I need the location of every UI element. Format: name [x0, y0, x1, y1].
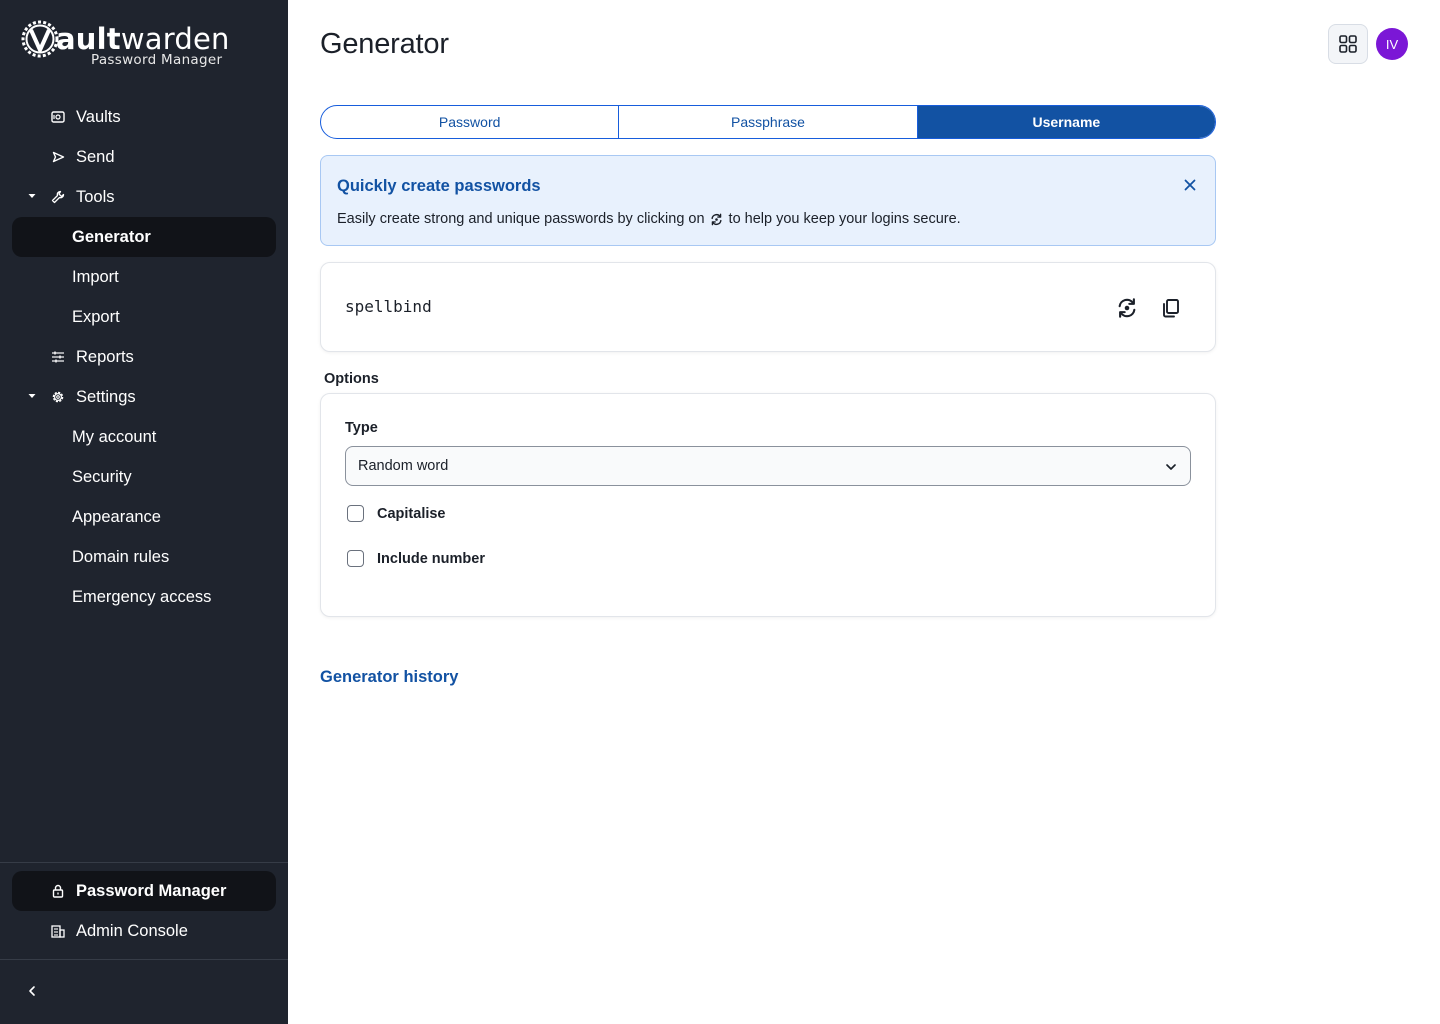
close-icon [1184, 179, 1196, 191]
sidebar-item-label: Export [72, 307, 120, 326]
vaultwarden-logo[interactable]: aultwarden Password Manager [20, 18, 230, 74]
type-select[interactable]: Random word [345, 446, 1191, 486]
sidebar-item-label: Tools [76, 187, 115, 206]
logo-subtitle: Password Manager [91, 52, 223, 68]
logo-wordmark: aultwarden [56, 22, 230, 56]
generated-username[interactable]: spellbind [345, 297, 432, 316]
include-number-option[interactable]: Include number [347, 550, 485, 567]
sidebar-divider [0, 862, 288, 863]
callout-text: Easily create strong and unique password… [337, 211, 705, 227]
regenerate-icon [1118, 298, 1136, 318]
sidebar-item-label: My account [72, 427, 157, 446]
page-title: Generator [320, 28, 449, 60]
building-icon [50, 923, 66, 939]
caret-down-icon [28, 394, 36, 398]
sidebar-item-label: Emergency access [72, 587, 212, 606]
sidebar-item-emergency-access[interactable]: Emergency access [12, 577, 276, 617]
sidebar-item-my-account[interactable]: My account [12, 417, 276, 457]
regenerate-icon [710, 213, 723, 226]
sidebar-divider [0, 959, 288, 960]
sliders-icon [50, 349, 66, 365]
close-callout-button[interactable] [1181, 176, 1199, 194]
sidebar-item-label: Appearance [72, 507, 161, 526]
product-switcher-button[interactable] [1328, 24, 1368, 64]
sidebar-item-label: Generator [72, 227, 151, 246]
caret-down-icon [28, 194, 36, 198]
sidebar: aultwarden Password Manager Vaults Send … [0, 0, 288, 1024]
sidebar-item-tools[interactable]: Tools [12, 177, 276, 217]
sidebar-item-generator[interactable]: Generator [12, 217, 276, 257]
sidebar-item-label: Admin Console [76, 921, 188, 940]
generated-value-card: spellbind [320, 262, 1216, 352]
tab-passphrase[interactable]: Passphrase [619, 106, 918, 138]
sidebar-item-label: Settings [76, 387, 136, 406]
sidebar-item-reports[interactable]: Reports [12, 337, 276, 377]
callout-text: to help you keep your logins secure. [728, 211, 961, 227]
capitalise-checkbox[interactable] [347, 505, 364, 522]
wrench-icon [50, 189, 66, 205]
collapse-sidebar-button[interactable] [20, 979, 44, 1003]
send-icon [50, 149, 66, 165]
tab-password[interactable]: Password [321, 106, 620, 138]
type-select-value: Random word [358, 458, 449, 474]
sidebar-item-send[interactable]: Send [12, 137, 276, 177]
sidebar-item-domain-rules[interactable]: Domain rules [12, 537, 276, 577]
sidebar-item-label: Reports [76, 347, 134, 366]
sidebar-item-label: Password Manager [76, 881, 227, 900]
options-heading: Options [324, 371, 379, 387]
sidebar-item-security[interactable]: Security [12, 457, 276, 497]
type-label: Type [345, 420, 378, 436]
vault-icon [50, 109, 66, 125]
grid-icon [1339, 35, 1357, 53]
sidebar-item-export[interactable]: Export [12, 297, 276, 337]
sidebar-item-label: Send [76, 147, 115, 166]
sidebar-item-label: Import [72, 267, 119, 286]
generator-type-toggle: Password Passphrase Username [320, 105, 1216, 139]
include-number-label: Include number [377, 550, 485, 567]
account-avatar[interactable]: IV [1376, 28, 1408, 60]
options-card: Type Random word Capitalise Include numb… [320, 393, 1216, 617]
sidebar-item-appearance[interactable]: Appearance [12, 497, 276, 537]
tab-username[interactable]: Username [917, 106, 1215, 138]
sidebar-item-label: Security [72, 467, 132, 486]
product-switcher-password-manager[interactable]: Password Manager [12, 871, 276, 911]
generator-history-link[interactable]: Generator history [320, 668, 458, 687]
vaultwarden-logo-icon [21, 20, 59, 58]
sidebar-item-label: Domain rules [72, 547, 170, 566]
info-callout: Quickly create passwords Easily create s… [320, 155, 1216, 246]
include-number-checkbox[interactable] [347, 550, 364, 567]
copy-icon [1163, 299, 1179, 318]
capitalise-option[interactable]: Capitalise [347, 505, 446, 522]
gear-icon [50, 389, 66, 405]
callout-title: Quickly create passwords [337, 177, 541, 195]
chevron-down-icon [1166, 464, 1176, 470]
sidebar-item-settings[interactable]: Settings [12, 377, 276, 417]
sidebar-item-vaults[interactable]: Vaults [12, 97, 276, 137]
regenerate-button[interactable] [1115, 296, 1139, 320]
capitalise-label: Capitalise [377, 505, 446, 522]
copy-button[interactable] [1159, 296, 1183, 320]
sidebar-item-import[interactable]: Import [12, 257, 276, 297]
lock-icon [50, 883, 66, 899]
sidebar-item-label: Vaults [76, 107, 121, 126]
callout-body: Easily create strong and unique password… [337, 211, 961, 227]
chevron-left-icon [29, 986, 35, 996]
product-switcher-admin-console[interactable]: Admin Console [12, 911, 276, 951]
